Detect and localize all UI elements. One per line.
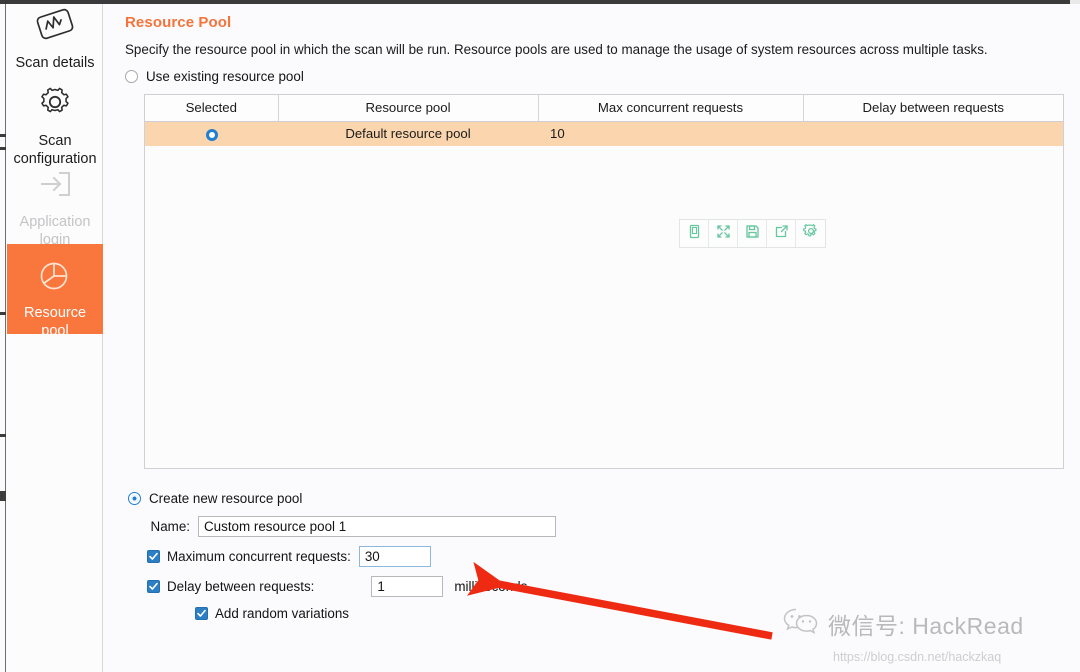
- checkmark-icon: [149, 552, 158, 560]
- page-description: Specify the resource pool in which the s…: [125, 42, 988, 57]
- cell-resource-pool: Default resource pool: [278, 121, 538, 146]
- sidebar-item-label: Scan details: [15, 55, 95, 71]
- export-icon: [774, 224, 789, 244]
- edge-tick-2: [0, 147, 6, 150]
- column-header-resource-pool[interactable]: Resource pool: [278, 95, 539, 122]
- name-label: Name:: [150, 519, 190, 534]
- random-variations-checkbox[interactable]: [195, 607, 208, 620]
- scan-details-icon: [11, 4, 99, 49]
- table-header-row: Selected Resource pool Max concurrent re…: [145, 95, 1063, 122]
- edge-tick-3: [0, 312, 6, 315]
- expand-icon: [716, 224, 731, 244]
- name-row: Name:: [125, 516, 1062, 537]
- delay-label: Delay between requests:: [167, 579, 315, 594]
- watermark-url: https://blog.csdn.net/hackzkaq: [833, 650, 1002, 664]
- resource-pool-table: Selected Resource pool Max concurrent re…: [144, 94, 1064, 469]
- sidebar: Scan details Scan configuration Applicat…: [7, 4, 103, 672]
- delay-row: Delay between requests: milliseconds: [147, 576, 1062, 597]
- edge-tick-1: [0, 134, 6, 137]
- cell-max-concurrent: 10: [538, 121, 803, 146]
- column-header-delay-between[interactable]: Delay between requests: [803, 95, 1063, 122]
- watermark-text: 微信号: HackRead: [828, 613, 1024, 639]
- delay-checkbox[interactable]: [147, 580, 160, 593]
- checkmark-icon: [149, 582, 158, 590]
- radio-use-existing-label: Use existing resource pool: [146, 69, 304, 84]
- delay-units-label: milliseconds: [454, 579, 528, 594]
- login-arrow-icon: [11, 165, 99, 208]
- checkmark-icon: [197, 609, 206, 617]
- sidebar-item-label: Scan: [38, 133, 72, 149]
- radio-create-new[interactable]: [128, 492, 141, 505]
- page-title: Resource Pool: [125, 14, 232, 31]
- save-icon: [745, 224, 760, 244]
- gear-icon: [11, 82, 99, 127]
- pie-chart-icon: [11, 258, 99, 299]
- save-button[interactable]: [738, 220, 767, 247]
- max-requests-row: Maximum concurrent requests:: [147, 546, 1062, 567]
- copy-to-clipboard-icon: [687, 224, 702, 244]
- watermark: 微信号: HackRead: [782, 606, 1024, 642]
- wechat-logo-icon: [782, 606, 820, 642]
- radio-use-existing-row[interactable]: Use existing resource pool: [125, 69, 1062, 84]
- settings-gear-icon: [802, 223, 819, 244]
- create-new-pool-section: Create new resource pool Name: Maximum c…: [125, 491, 1062, 621]
- left-edge-strip: [0, 4, 6, 672]
- table-row[interactable]: Default resource pool 10: [145, 121, 1063, 146]
- row-radio-selected[interactable]: [205, 128, 218, 141]
- radio-use-existing[interactable]: [125, 70, 138, 83]
- sidebar-item-resource-pool[interactable]: Resource pool: [7, 244, 103, 339]
- max-requests-input[interactable]: [358, 546, 431, 567]
- settings-button[interactable]: [796, 220, 825, 247]
- random-variations-label: Add random variations: [215, 606, 349, 621]
- radio-create-new-label: Create new resource pool: [149, 491, 303, 506]
- export-button[interactable]: [767, 220, 796, 247]
- max-requests-checkbox[interactable]: [147, 550, 160, 563]
- copy-to-clipboard-button[interactable]: [680, 220, 709, 247]
- radio-create-new-row[interactable]: Create new resource pool: [128, 491, 1062, 506]
- sidebar-item-scan-details[interactable]: Scan details: [7, 0, 103, 82]
- sidebar-item-label-2: pool: [41, 323, 69, 339]
- sidebar-item-label: Application: [19, 214, 91, 230]
- edge-tick-5: [0, 491, 6, 501]
- sidebar-item-label: Resource: [23, 305, 87, 321]
- edge-tick-4: [0, 434, 6, 437]
- column-header-max-concurrent[interactable]: Max concurrent requests: [538, 95, 804, 122]
- main-content: Resource Pool Specify the resource pool …: [104, 4, 1080, 672]
- cell-delay-between: [803, 121, 1063, 146]
- delay-input[interactable]: [371, 576, 444, 597]
- table-mini-toolbar: [679, 219, 826, 248]
- name-input[interactable]: [198, 516, 556, 537]
- max-requests-label: Maximum concurrent requests:: [167, 549, 351, 564]
- cell-selected[interactable]: [145, 121, 278, 146]
- column-header-selected[interactable]: Selected: [145, 95, 279, 122]
- expand-button[interactable]: [709, 220, 738, 247]
